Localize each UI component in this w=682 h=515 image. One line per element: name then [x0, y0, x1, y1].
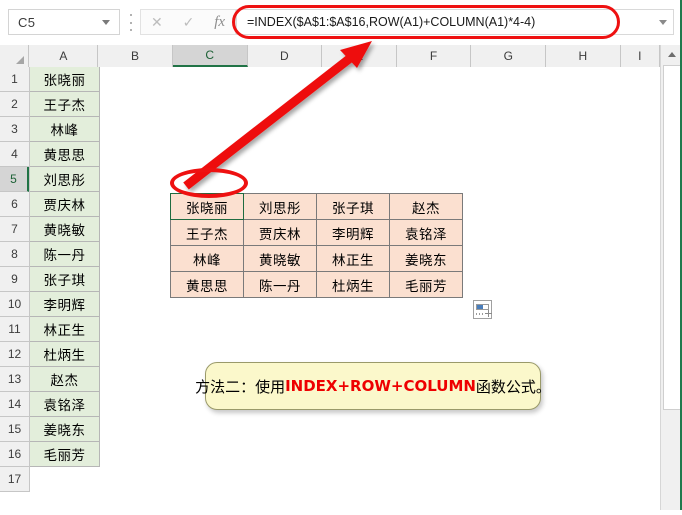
- row-header-17[interactable]: 17: [0, 467, 29, 492]
- cell-a14[interactable]: 袁铭泽: [30, 392, 100, 417]
- cell-f6[interactable]: 袁铭泽: [389, 219, 463, 246]
- vertical-scrollbar[interactable]: [660, 45, 682, 510]
- column-header-b[interactable]: B: [98, 45, 173, 67]
- row-header-5[interactable]: 5: [0, 167, 29, 192]
- cell-d8[interactable]: 陈一丹: [243, 271, 317, 298]
- cell-a11[interactable]: 林正生: [30, 317, 100, 342]
- formula-input[interactable]: =INDEX($A$1:$A$16,ROW(A1)+COLUMN(A1)*4-4…: [236, 9, 674, 35]
- row-header-14[interactable]: 14: [0, 392, 29, 417]
- name-box[interactable]: C5: [8, 9, 120, 35]
- column-header-d[interactable]: D: [247, 45, 323, 67]
- formula-bar-separator: [129, 14, 133, 31]
- confirm-check-icon[interactable]: ✓: [183, 15, 195, 29]
- table-row: 黄思思 陈一丹 杜炳生 毛丽芳: [170, 271, 463, 298]
- row-header-6[interactable]: 6: [0, 192, 29, 217]
- row-header-13[interactable]: 13: [0, 367, 29, 392]
- cell-a15[interactable]: 姜晓东: [30, 417, 100, 442]
- column-header-e[interactable]: E: [322, 45, 397, 67]
- cell-d5[interactable]: 刘思彤: [243, 193, 317, 220]
- row-header-9[interactable]: 9: [0, 267, 29, 292]
- row-header-10[interactable]: 10: [0, 292, 29, 317]
- cell-a13[interactable]: 赵杰: [30, 367, 100, 392]
- scroll-up-arrow-icon[interactable]: [661, 45, 682, 63]
- row-header-12[interactable]: 12: [0, 342, 29, 367]
- row-header-1[interactable]: 1: [0, 67, 29, 92]
- cell-a7[interactable]: 黄晓敏: [30, 217, 100, 242]
- chevron-down-icon: [659, 19, 667, 25]
- grid-cells[interactable]: 张晓丽 王子杰 林峰 黄思思 刘思彤 贾庆林 黄晓敏 陈一丹 张子琪 李明辉 林正生 杜炳生 赵杰 袁铭泽…: [30, 67, 660, 510]
- column-header-a[interactable]: A: [29, 45, 99, 67]
- result-table-body: 张晓丽 刘思彤 张子琪 赵杰 王子杰 贾庆林 李明辉 袁铭泽 林峰 黄晓敏 林正生 姜晓东 黄思思 陈一丹…: [170, 193, 463, 298]
- column-a-data[interactable]: 张晓丽 王子杰 林峰 黄思思 刘思彤 贾庆林 黄晓敏 陈一丹 张子琪 李明辉 林正生 杜炳生 赵杰 袁铭泽…: [30, 67, 100, 467]
- column-headers: ABCDEFGHI: [0, 45, 660, 67]
- row-headers: 1 2 3 4 5 6 7 8 9 10 11 12 13 14 15 16 17: [0, 67, 30, 492]
- cell-c5[interactable]: 张晓丽: [170, 193, 244, 220]
- cell-c7[interactable]: 林峰: [170, 245, 244, 272]
- callout-suffix: 函数公式。: [475, 377, 551, 396]
- select-all-triangle-icon[interactable]: [0, 45, 30, 67]
- cell-a16[interactable]: 毛丽芳: [30, 442, 100, 467]
- cell-a10[interactable]: 李明辉: [30, 292, 100, 317]
- callout-highlight: INDEX+ROW+COLUMN: [285, 377, 476, 395]
- scrollbar-thumb[interactable]: [663, 65, 681, 410]
- row-header-16[interactable]: 16: [0, 442, 29, 467]
- formula-text: =INDEX($A$1:$A$16,ROW(A1)+COLUMN(A1)*4-4…: [247, 15, 536, 29]
- row-header-3[interactable]: 3: [0, 117, 29, 142]
- cell-d6[interactable]: 贾庆林: [243, 219, 317, 246]
- chevron-down-icon[interactable]: [102, 19, 110, 25]
- cell-c8[interactable]: 黄思思: [170, 271, 244, 298]
- cell-a1[interactable]: 张晓丽: [30, 67, 100, 92]
- row-header-15[interactable]: 15: [0, 417, 29, 442]
- auto-fill-options-icon[interactable]: [473, 300, 492, 319]
- name-box-value: C5: [18, 14, 36, 30]
- row-header-11[interactable]: 11: [0, 317, 29, 342]
- cell-c6[interactable]: 王子杰: [170, 219, 244, 246]
- table-row: 王子杰 贾庆林 李明辉 袁铭泽: [170, 219, 463, 246]
- formula-bar-buttons: ✕ ✓ fx: [140, 9, 236, 35]
- column-header-i[interactable]: I: [620, 45, 660, 67]
- row-header-7[interactable]: 7: [0, 217, 29, 242]
- callout-note: 方法二：使用 INDEX+ROW+COLUMN 函数公式。: [195, 362, 551, 410]
- cell-f7[interactable]: 姜晓东: [389, 245, 463, 272]
- cell-a6[interactable]: 贾庆林: [30, 192, 100, 217]
- cell-a8[interactable]: 陈一丹: [30, 242, 100, 267]
- column-header-g[interactable]: G: [471, 45, 547, 67]
- cell-e7[interactable]: 林正生: [316, 245, 390, 272]
- cell-a12[interactable]: 杜炳生: [30, 342, 100, 367]
- cell-e5[interactable]: 张子琪: [316, 193, 390, 220]
- result-table[interactable]: 张晓丽 刘思彤 张子琪 赵杰 王子杰 贾庆林 李明辉 袁铭泽 林峰 黄晓敏 林正生 姜晓东 黄思思 陈一丹…: [170, 193, 463, 298]
- fx-insert-function-icon[interactable]: fx: [214, 14, 225, 30]
- callout-prefix: 方法二：使用: [195, 377, 286, 396]
- cancel-x-icon[interactable]: ✕: [151, 15, 163, 29]
- cell-a2[interactable]: 王子杰: [30, 92, 100, 117]
- cell-f5[interactable]: 赵杰: [389, 193, 463, 220]
- cell-a9[interactable]: 张子琪: [30, 267, 100, 292]
- worksheet-grid[interactable]: ABCDEFGHI 1 2 3 4 5 6 7 8 9 10 11 12 13 14 15 16 17 张晓丽王…: [0, 45, 682, 510]
- column-header-f[interactable]: F: [396, 45, 472, 67]
- column-header-h[interactable]: H: [546, 45, 621, 67]
- cell-d7[interactable]: 黄晓敏: [243, 245, 317, 272]
- formula-expand-button[interactable]: [653, 19, 673, 25]
- cell-e6[interactable]: 李明辉: [316, 219, 390, 246]
- table-row: 张晓丽 刘思彤 张子琪 赵杰: [170, 193, 463, 220]
- formula-bar: C5 ✕ ✓ fx =INDEX($A$1:$A$16,ROW(A1)+COLU…: [0, 0, 682, 45]
- row-header-2[interactable]: 2: [0, 92, 29, 117]
- cell-e8[interactable]: 杜炳生: [316, 271, 390, 298]
- column-header-c[interactable]: C: [172, 45, 248, 67]
- cell-f8[interactable]: 毛丽芳: [389, 271, 463, 298]
- cell-a4[interactable]: 黄思思: [30, 142, 100, 167]
- cell-a3[interactable]: 林峰: [30, 117, 100, 142]
- cell-a5[interactable]: 刘思彤: [30, 167, 100, 192]
- row-header-4[interactable]: 4: [0, 142, 29, 167]
- table-row: 林峰 黄晓敏 林正生 姜晓东: [170, 245, 463, 272]
- row-header-8[interactable]: 8: [0, 242, 29, 267]
